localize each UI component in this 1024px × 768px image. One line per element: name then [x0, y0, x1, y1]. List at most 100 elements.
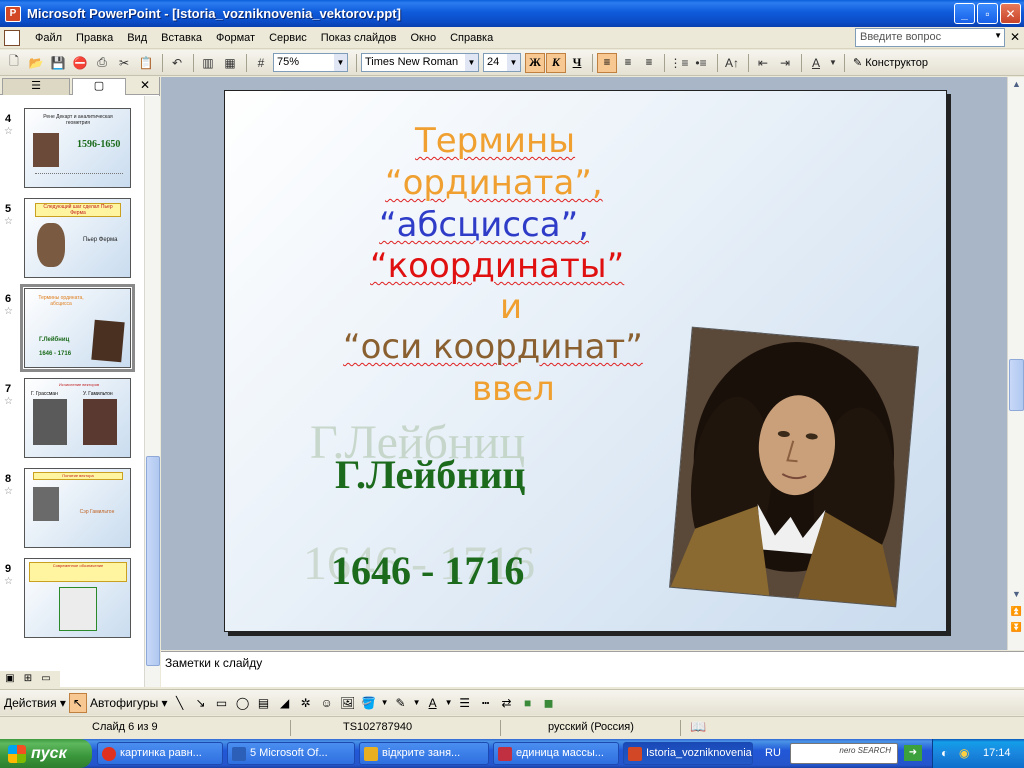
slide-line-introduced[interactable]: ввел: [472, 369, 555, 409]
slide-thumbnail[interactable]: Исчисление векторов Г. Грассман У. Гамил…: [24, 378, 131, 458]
notes-pane[interactable]: Заметки к слайду: [161, 651, 1024, 687]
scroll-down-icon[interactable]: ▼: [1009, 587, 1024, 602]
diagram-icon[interactable]: ✲: [297, 693, 315, 713]
menu-help[interactable]: Справка: [443, 30, 500, 46]
increase-indent-icon[interactable]: ⇥: [775, 53, 795, 73]
slide-thumbnail-row[interactable]: 9 ☆ Современное обозначение: [0, 558, 144, 646]
picture-icon[interactable]: 🖼: [339, 693, 357, 713]
slide-line-axes[interactable]: “оси координат”: [343, 327, 643, 367]
slide-thumbnail-row[interactable]: 7 ☆ Исчисление векторов Г. Грассман У. Г…: [0, 378, 144, 466]
clipart-icon[interactable]: ☺: [318, 693, 336, 713]
slide-line-coordinates[interactable]: “координаты”: [370, 246, 624, 286]
leibniz-portrait[interactable]: [669, 326, 919, 608]
table-icon[interactable]: ▦: [220, 53, 240, 73]
chevron-down-icon[interactable]: ▼: [507, 54, 520, 71]
slide-line-ordinata[interactable]: “ордината”,: [385, 163, 603, 203]
slide-canvas[interactable]: Термины “ордината”, “абсцисса”, “координ…: [224, 90, 947, 632]
slide-thumbnail-row[interactable]: 8 ☆ Понятие вектора Сэр Гамильтон: [0, 468, 144, 556]
slide-thumbnail[interactable]: Следующий шаг сделал Пьер Ферма Пьер Фер…: [24, 198, 131, 278]
language-indicator[interactable]: RU: [765, 747, 781, 759]
save-icon[interactable]: 💾: [48, 53, 68, 73]
chevron-down-icon[interactable]: ▼: [334, 54, 347, 71]
menu-edit[interactable]: Правка: [69, 30, 120, 46]
paste-icon[interactable]: 📋: [136, 53, 156, 73]
underline-button[interactable]: Ч: [567, 53, 587, 73]
taskbar-item[interactable]: відкрите заня...: [359, 742, 489, 765]
fill-color-icon[interactable]: 🪣: [360, 693, 378, 713]
align-right-icon[interactable]: ≡: [639, 53, 659, 73]
menu-window[interactable]: Окно: [404, 30, 444, 46]
new-icon[interactable]: 🗋: [4, 53, 24, 73]
slide-thumbnail-row-selected[interactable]: 6 ☆ Термины ордината, абсцисса Г.Лейбниц…: [0, 284, 144, 376]
next-slide-icon[interactable]: ⏬: [1009, 620, 1024, 635]
bold-button[interactable]: Ж: [525, 52, 545, 73]
name-text[interactable]: Г.Лейбниц: [335, 451, 525, 498]
start-button[interactable]: пуск: [0, 739, 92, 768]
align-left-icon[interactable]: ≡: [597, 52, 617, 73]
slide-line-abscissa[interactable]: “абсцисса”,: [379, 205, 589, 245]
oval-icon[interactable]: ◯: [234, 693, 252, 713]
powerpoint-icon[interactable]: P: [5, 5, 21, 22]
bullets-icon[interactable]: •≡: [691, 53, 711, 73]
menu-insert[interactable]: Вставка: [154, 30, 209, 46]
italic-button[interactable]: К: [546, 52, 566, 73]
align-center-icon[interactable]: ≡: [618, 53, 638, 73]
slideshow-icon[interactable]: ▭: [38, 672, 54, 686]
slide-thumbnail-row[interactable]: 4 ☆ Рене Декарт и аналитическая геометри…: [0, 108, 144, 196]
line-style-icon[interactable]: ☰: [456, 693, 474, 713]
autoshapes-menu[interactable]: Автофигуры ▾: [90, 693, 168, 713]
close-icon[interactable]: ✕: [140, 78, 150, 92]
3d-icon[interactable]: ◼: [540, 693, 558, 713]
taskbar-item-active[interactable]: Istoria_vozniknovenia...: [623, 742, 753, 765]
close-button[interactable]: ✕: [1000, 3, 1021, 24]
nero-search-box[interactable]: nero SEARCH: [790, 743, 898, 764]
slide-sorter-icon[interactable]: ⊞: [20, 672, 36, 686]
wordart-icon[interactable]: ◢: [276, 693, 294, 713]
shadow-icon[interactable]: ■: [519, 693, 537, 713]
rectangle-icon[interactable]: ▭: [213, 693, 231, 713]
slide-thumbnail[interactable]: Рене Декарт и аналитическая геометрия 15…: [24, 108, 131, 188]
slide-thumbnail[interactable]: Понятие вектора Сэр Гамильтон: [24, 468, 131, 548]
increase-font-icon[interactable]: A↑: [722, 53, 742, 73]
arrow-style-icon[interactable]: ⇄: [498, 693, 516, 713]
slide-thumbnail-selected[interactable]: Термины ордината, абсцисса Г.Лейбниц 164…: [20, 284, 135, 372]
font-select[interactable]: Times New Roman ▼: [361, 53, 479, 72]
zoom-select[interactable]: 75% ▼: [273, 53, 348, 72]
cut-icon[interactable]: ✂: [114, 53, 134, 73]
maximize-button[interactable]: ▫: [977, 3, 998, 24]
permission-icon[interactable]: ⛔: [70, 53, 90, 73]
slide-thumbnail-row[interactable]: 5 ☆ Следующий шаг сделал Пьер Ферма Пьер…: [0, 198, 144, 286]
chevron-down-icon[interactable]: ▼: [381, 693, 389, 713]
font-size-select[interactable]: 24 ▼: [483, 53, 521, 72]
status-language[interactable]: русский (Россия): [548, 721, 634, 733]
taskbar-item[interactable]: картинка равн...: [97, 742, 223, 765]
slide-scrollbar[interactable]: ▲ ▼ ⏫ ⏬: [1007, 77, 1024, 650]
grid-icon[interactable]: #: [251, 53, 271, 73]
taskbar-item[interactable]: 5 Microsoft Of...: [227, 742, 355, 765]
menu-view[interactable]: Вид: [120, 30, 154, 46]
document-icon[interactable]: [4, 29, 20, 46]
slide-line-and[interactable]: и: [500, 287, 522, 327]
textbox-icon[interactable]: ▤: [255, 693, 273, 713]
document-close-icon[interactable]: ✕: [1010, 30, 1020, 44]
normal-view-icon[interactable]: ▣: [2, 672, 18, 686]
designer-button[interactable]: ✎ Конструктор: [853, 56, 928, 70]
tab-outline[interactable]: ☰: [2, 78, 70, 95]
actions-menu[interactable]: Действия ▾: [4, 693, 66, 713]
undo-icon[interactable]: ↶: [167, 53, 187, 73]
line-icon[interactable]: ╲: [171, 693, 189, 713]
help-search-input[interactable]: Введите вопрос ▼: [855, 28, 1005, 47]
taskbar-item[interactable]: единица массы...: [493, 742, 619, 765]
previous-slide-icon[interactable]: ⏫: [1009, 604, 1024, 619]
chevron-down-icon[interactable]: ▼: [445, 693, 453, 713]
spelling-icon[interactable]: 📖: [690, 719, 706, 735]
minimize-button[interactable]: _: [954, 3, 975, 24]
years-text[interactable]: 1646 - 1716: [331, 547, 524, 594]
scrollbar-thumb[interactable]: [1009, 359, 1024, 411]
print-icon[interactable]: ⎙: [92, 53, 112, 73]
dash-style-icon[interactable]: ┅: [477, 693, 495, 713]
font-color-icon[interactable]: A: [806, 53, 826, 73]
tray-icon[interactable]: ◐: [941, 746, 948, 760]
open-icon[interactable]: 📂: [26, 53, 46, 73]
go-arrow-icon[interactable]: ➜: [904, 745, 922, 761]
